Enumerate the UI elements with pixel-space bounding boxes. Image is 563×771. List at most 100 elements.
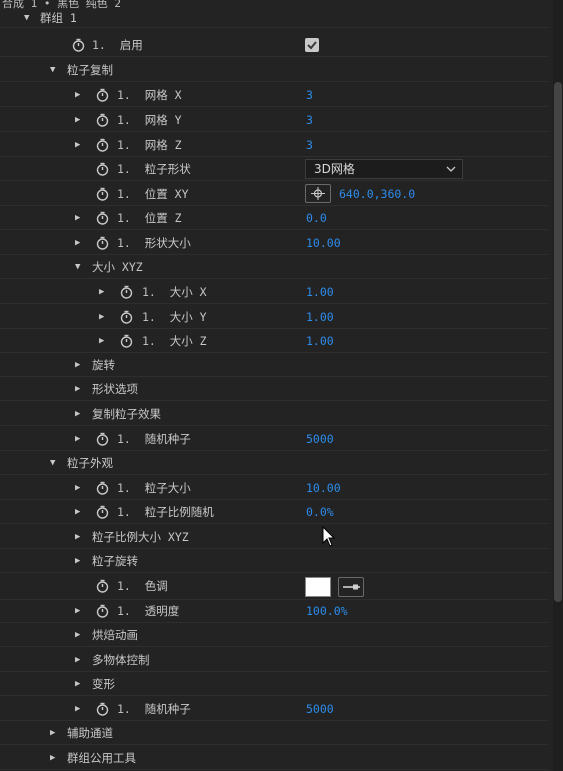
expand-right-icon[interactable]: ▶	[75, 623, 80, 647]
eyedropper-icon	[343, 584, 360, 590]
expand-right-icon[interactable]: ▶	[75, 427, 80, 451]
expand-right-icon[interactable]: ▶	[75, 500, 80, 524]
row-label: 粒子比例随机	[144, 505, 214, 519]
row-size-y: ▶ 1. 大小 Y 1.00	[0, 305, 548, 329]
row-index: 1.	[92, 38, 106, 52]
expand-right-icon[interactable]: ▶	[75, 133, 80, 157]
expand-right-icon[interactable]: ▶	[75, 476, 80, 500]
shape-dropdown[interactable]: 3D网格	[305, 159, 463, 179]
expand-right-icon[interactable]: ▶	[50, 746, 55, 770]
row-particle-rotation[interactable]: ▶ 粒子旋转	[0, 549, 548, 573]
size-x-value[interactable]: 1.00	[306, 280, 334, 304]
enable-checkbox[interactable]	[305, 38, 319, 52]
expand-right-icon[interactable]: ▶	[75, 549, 80, 573]
row-shape-options[interactable]: ▶ 形状选项	[0, 377, 548, 401]
row-multi-object-control[interactable]: ▶ 多物体控制	[0, 648, 548, 672]
crosshair-icon	[311, 187, 325, 200]
expand-down-icon[interactable]: ▼	[50, 58, 55, 82]
stopwatch-icon[interactable]	[96, 236, 109, 250]
row-size-xyz[interactable]: ▼ 大小 XYZ	[0, 255, 548, 279]
row-position-xy: 1. 位置 XY 640.0,360.0	[0, 182, 548, 206]
row-rotation[interactable]: ▶ 旋转	[0, 353, 548, 377]
shape-dropdown-value: 3D网格	[314, 162, 355, 176]
stopwatch-icon[interactable]	[96, 211, 109, 225]
expand-right-icon[interactable]: ▶	[75, 206, 80, 230]
stopwatch-icon[interactable]	[120, 334, 133, 348]
section-label: 粒子外观	[67, 456, 113, 470]
opacity-value[interactable]: 100.0%	[306, 599, 348, 623]
row-group-tools[interactable]: ▶ 群组公用工具	[0, 746, 548, 770]
row-label: 粒子形状	[144, 162, 191, 176]
size-y-value[interactable]: 1.00	[306, 305, 334, 329]
section-label: 群组公用工具	[67, 751, 136, 765]
expand-right-icon[interactable]: ▶	[50, 721, 55, 745]
expand-down-icon[interactable]: ▼	[75, 255, 80, 279]
row-label: 粒子大小	[144, 481, 191, 495]
row-size-x: ▶ 1. 大小 X 1.00	[0, 280, 548, 304]
effect-controls-panel: 合成 1 • 黑色 纯色 2 ▼ 群组 1 1. 启用 ▼ 粒子复制 ▶ 1. …	[0, 0, 563, 771]
position-target-button[interactable]	[305, 184, 331, 203]
expand-right-icon[interactable]: ▶	[75, 599, 80, 623]
row-particle-size-xyz[interactable]: ▶ 粒子比例大小 XYZ	[0, 525, 548, 549]
stopwatch-icon[interactable]	[96, 88, 109, 102]
row-index: 1.	[117, 187, 131, 201]
row-appearance[interactable]: ▼ 粒子外观	[0, 451, 548, 475]
row-index: 1.	[117, 138, 131, 152]
row-index: 1.	[117, 113, 131, 127]
random-seed-value[interactable]: 5000	[306, 697, 334, 721]
stopwatch-icon[interactable]	[96, 579, 109, 593]
stopwatch-icon[interactable]	[72, 38, 85, 52]
expand-right-icon[interactable]: ▶	[75, 402, 80, 426]
expand-right-icon[interactable]: ▶	[75, 231, 80, 255]
expand-right-icon[interactable]: ▶	[75, 353, 80, 377]
row-aux-channel[interactable]: ▶ 辅助通道	[0, 721, 548, 745]
stopwatch-icon[interactable]	[96, 432, 109, 446]
expand-right-icon[interactable]: ▶	[75, 377, 80, 401]
stopwatch-icon[interactable]	[96, 702, 109, 716]
row-replicate-effects[interactable]: ▶ 复制粒子效果	[0, 402, 548, 426]
expand-right-icon[interactable]: ▶	[99, 329, 104, 353]
row-index: 1.	[117, 432, 131, 446]
expand-right-icon[interactable]: ▶	[75, 83, 80, 107]
expand-right-icon[interactable]: ▶	[75, 525, 80, 549]
expand-right-icon[interactable]: ▶	[75, 648, 80, 672]
row-random-seed: ▶ 1. 随机种子 5000	[0, 427, 548, 451]
expand-right-icon[interactable]: ▶	[99, 305, 104, 329]
section-label: 烘焙动画	[92, 628, 138, 642]
stopwatch-icon[interactable]	[120, 310, 133, 324]
stopwatch-icon[interactable]	[120, 285, 133, 299]
group-row[interactable]: ▼ 群组 1	[0, 8, 548, 28]
eyedropper-button[interactable]	[338, 577, 364, 597]
particle-size-random-value[interactable]: 0.0%	[306, 500, 334, 524]
grid-x-value[interactable]: 3	[306, 83, 313, 107]
stopwatch-icon[interactable]	[96, 187, 109, 201]
size-z-value[interactable]: 1.00	[306, 329, 334, 353]
shape-size-value[interactable]: 10.00	[306, 231, 341, 255]
expand-right-icon[interactable]: ▶	[99, 280, 104, 304]
grid-y-value[interactable]: 3	[306, 108, 313, 132]
stopwatch-icon[interactable]	[96, 481, 109, 495]
stopwatch-icon[interactable]	[96, 113, 109, 127]
random-seed-value[interactable]: 5000	[306, 427, 334, 451]
grid-z-value[interactable]: 3	[306, 133, 313, 157]
row-transform[interactable]: ▶ 变形	[0, 672, 548, 696]
expand-right-icon[interactable]: ▶	[75, 697, 80, 721]
tint-color-swatch[interactable]	[305, 577, 331, 597]
row-bake-animation[interactable]: ▶ 烘焙动画	[0, 623, 548, 647]
expand-down-icon[interactable]: ▼	[24, 8, 29, 28]
position-z-value[interactable]: 0.0	[306, 206, 327, 230]
stopwatch-icon[interactable]	[96, 505, 109, 519]
scrollbar-thumb[interactable]	[554, 82, 562, 602]
stopwatch-icon[interactable]	[96, 138, 109, 152]
expand-right-icon[interactable]: ▶	[75, 108, 80, 132]
stopwatch-icon[interactable]	[96, 162, 109, 176]
particle-size-value[interactable]: 10.00	[306, 476, 341, 500]
row-replicate[interactable]: ▼ 粒子复制	[0, 58, 548, 82]
stopwatch-icon[interactable]	[96, 604, 109, 618]
row-size-z: ▶ 1. 大小 Z 1.00	[0, 329, 548, 353]
row-opacity: ▶ 1. 透明度 100.0%	[0, 599, 548, 623]
expand-right-icon[interactable]: ▶	[75, 672, 80, 696]
row-particle-size-random: ▶ 1. 粒子比例随机 0.0%	[0, 500, 548, 524]
expand-down-icon[interactable]: ▼	[50, 451, 55, 475]
position-xy-value[interactable]: 640.0,360.0	[339, 182, 415, 206]
